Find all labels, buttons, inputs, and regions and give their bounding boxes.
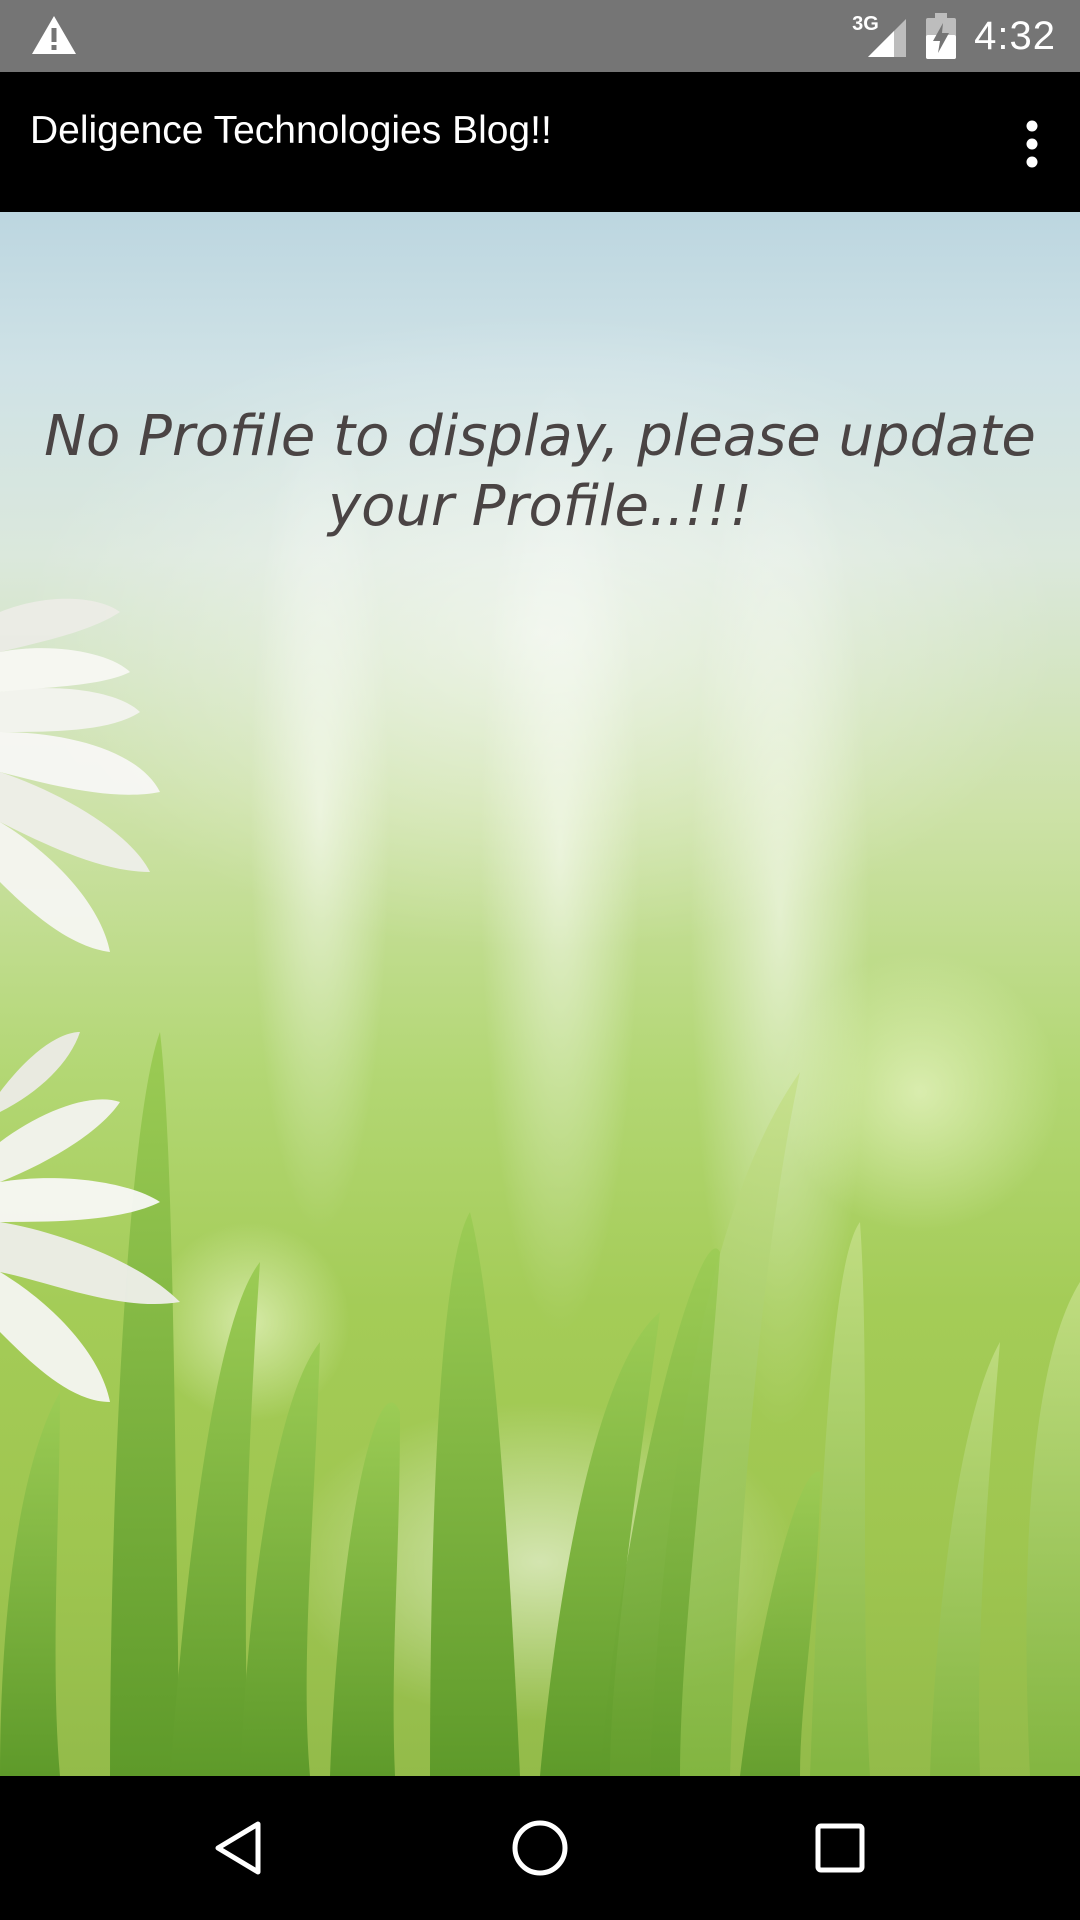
- screen: 3G 4:32 Deligence Technologies Blog!! No…: [0, 0, 1080, 1920]
- overflow-menu-icon: [1026, 120, 1038, 168]
- empty-profile-message: No Profile to display, please update you…: [44, 404, 1036, 539]
- app-bar: Deligence Technologies Blog!!: [0, 72, 1080, 212]
- home-icon[interactable]: [504, 1812, 576, 1884]
- content-area: No Profile to display, please update you…: [0, 212, 1080, 1776]
- back-icon[interactable]: [204, 1812, 276, 1884]
- battery-charging-icon: [926, 13, 957, 59]
- warning-icon: [32, 16, 76, 54]
- app-title: Deligence Technologies Blog!!: [30, 109, 552, 152]
- navigation-bar: [0, 1776, 1080, 1920]
- signal-icon: [868, 19, 907, 57]
- overflow-menu-button[interactable]: [1004, 112, 1060, 176]
- clock: 4:32: [974, 13, 1056, 58]
- status-bar: 3G 4:32: [0, 0, 1080, 72]
- status-icons: 3G 4:32: [852, 0, 1056, 72]
- recents-icon[interactable]: [804, 1812, 876, 1884]
- network-indicator: 3G: [852, 13, 908, 59]
